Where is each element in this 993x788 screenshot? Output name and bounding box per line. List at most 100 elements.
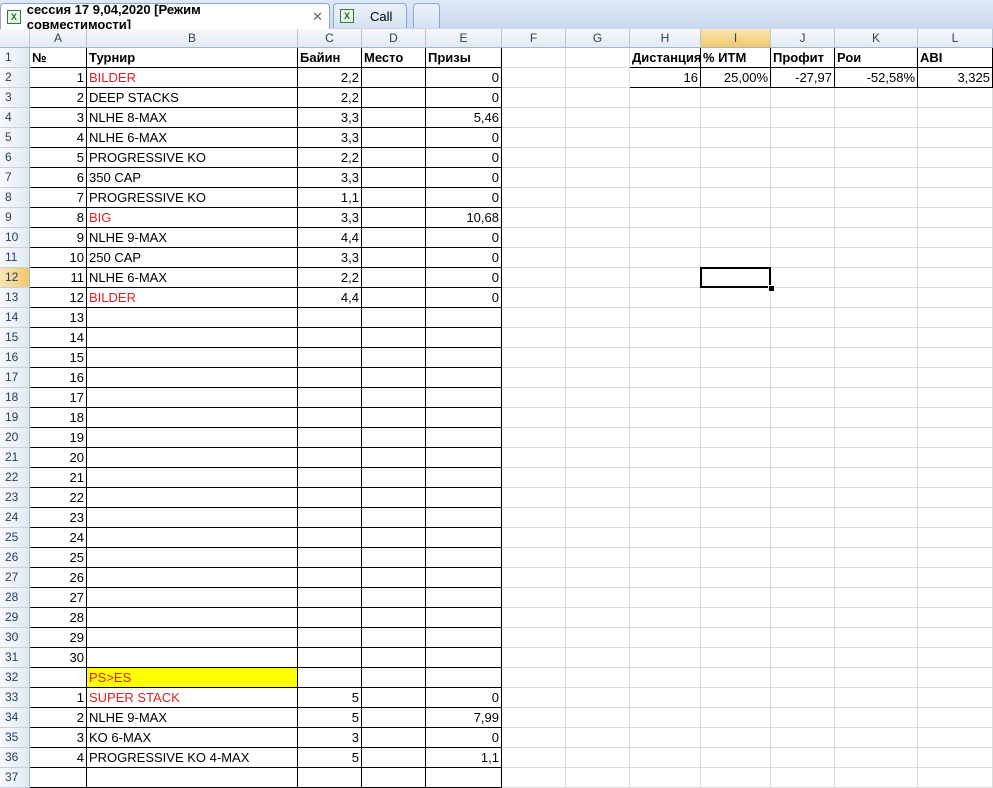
empty-cell[interactable] [771, 508, 835, 528]
empty-cell[interactable] [835, 708, 918, 728]
empty-cell[interactable] [502, 288, 566, 308]
table-header-tournament[interactable]: Турнир [87, 48, 298, 68]
empty-cell[interactable] [566, 628, 630, 648]
empty-cell[interactable] [918, 148, 993, 168]
row-header-24[interactable]: 24 [0, 508, 30, 528]
buyin-value[interactable]: 2,2 [298, 148, 362, 168]
empty-cell[interactable] [918, 748, 993, 768]
buyin-value[interactable] [298, 308, 362, 328]
tournament-name[interactable]: BILDER [87, 68, 298, 88]
empty-cell[interactable] [87, 768, 298, 788]
empty-cell[interactable] [835, 148, 918, 168]
empty-cell[interactable] [835, 428, 918, 448]
empty-cell[interactable] [630, 128, 701, 148]
place-value[interactable] [362, 88, 426, 108]
row-header-3[interactable]: 3 [0, 88, 30, 108]
empty-cell[interactable] [566, 188, 630, 208]
empty-cell[interactable] [771, 448, 835, 468]
empty-cell[interactable] [918, 568, 993, 588]
empty-cell[interactable] [701, 448, 771, 468]
empty-cell[interactable] [426, 768, 502, 788]
empty-cell[interactable] [918, 128, 993, 148]
column-header-I[interactable]: I [701, 29, 771, 48]
empty-cell[interactable] [918, 188, 993, 208]
prize-value[interactable] [426, 408, 502, 428]
empty-cell[interactable] [835, 628, 918, 648]
empty-cell[interactable] [701, 368, 771, 388]
tournament-name[interactable] [87, 408, 298, 428]
stats-header[interactable]: Рои [835, 48, 918, 68]
tournament-name[interactable]: NLHE 6-MAX [87, 268, 298, 288]
buyin-value[interactable]: 2,2 [298, 268, 362, 288]
empty-cell[interactable] [835, 208, 918, 228]
prize-value[interactable] [426, 448, 502, 468]
row-header-18[interactable]: 18 [0, 388, 30, 408]
empty-cell[interactable] [566, 108, 630, 128]
empty-cell[interactable] [835, 368, 918, 388]
empty-cell[interactable] [630, 428, 701, 448]
column-header-G[interactable]: G [566, 29, 630, 48]
table-header-buyin[interactable]: Байин [298, 48, 362, 68]
column-header-K[interactable]: K [835, 29, 918, 48]
empty-cell[interactable] [835, 468, 918, 488]
row-number[interactable]: 21 [30, 468, 87, 488]
tournament-name[interactable]: DEEP STACKS [87, 88, 298, 108]
empty-cell[interactable] [701, 328, 771, 348]
tournament-name[interactable] [87, 468, 298, 488]
empty-cell[interactable] [630, 288, 701, 308]
empty-cell[interactable] [701, 148, 771, 168]
empty-cell[interactable] [701, 748, 771, 768]
empty-cell[interactable] [566, 148, 630, 168]
empty-cell[interactable] [701, 628, 771, 648]
row-header-17[interactable]: 17 [0, 368, 30, 388]
place-value[interactable] [362, 468, 426, 488]
buyin-value[interactable] [298, 348, 362, 368]
empty-cell[interactable] [566, 288, 630, 308]
place-value[interactable] [362, 568, 426, 588]
place-value[interactable] [362, 448, 426, 468]
empty-cell[interactable] [566, 208, 630, 228]
prize-value[interactable] [426, 628, 502, 648]
stats-header[interactable]: Дистанция [630, 48, 701, 68]
row-header-11[interactable]: 11 [0, 248, 30, 268]
empty-cell[interactable] [835, 328, 918, 348]
prize-value[interactable]: 0 [426, 288, 502, 308]
empty-cell[interactable] [630, 688, 701, 708]
select-all-corner[interactable] [0, 29, 30, 48]
empty-cell[interactable] [835, 308, 918, 328]
empty-cell[interactable] [771, 628, 835, 648]
empty-cell[interactable] [701, 108, 771, 128]
tournament-name[interactable]: SUPER STACK [87, 688, 298, 708]
tournament-name[interactable] [87, 428, 298, 448]
empty-cell[interactable] [771, 308, 835, 328]
empty-cell[interactable] [701, 88, 771, 108]
stats-value[interactable]: 3,325 [918, 68, 993, 88]
row-number[interactable]: 1 [30, 68, 87, 88]
empty-cell[interactable] [771, 328, 835, 348]
empty-cell[interactable] [701, 508, 771, 528]
row-number[interactable]: 25 [30, 548, 87, 568]
empty-cell[interactable] [835, 648, 918, 668]
tournament-name[interactable]: NLHE 8-MAX [87, 108, 298, 128]
empty-cell[interactable] [701, 348, 771, 368]
place-value[interactable] [362, 228, 426, 248]
empty-cell[interactable] [566, 328, 630, 348]
empty-cell[interactable] [502, 548, 566, 568]
empty-cell[interactable] [835, 448, 918, 468]
buyin-value[interactable] [298, 468, 362, 488]
empty-cell[interactable] [502, 128, 566, 148]
place-value[interactable] [362, 268, 426, 288]
empty-cell[interactable] [502, 668, 566, 688]
tournament-name[interactable] [87, 448, 298, 468]
prize-value[interactable]: 0 [426, 188, 502, 208]
row-number[interactable]: 1 [30, 688, 87, 708]
empty-cell[interactable] [566, 488, 630, 508]
empty-cell[interactable] [502, 448, 566, 468]
empty-cell[interactable] [918, 548, 993, 568]
prize-value[interactable] [426, 308, 502, 328]
empty-cell[interactable] [630, 588, 701, 608]
buyin-value[interactable]: 3,3 [298, 208, 362, 228]
empty-cell[interactable] [701, 388, 771, 408]
empty-cell[interactable] [835, 388, 918, 408]
empty-cell[interactable] [502, 328, 566, 348]
